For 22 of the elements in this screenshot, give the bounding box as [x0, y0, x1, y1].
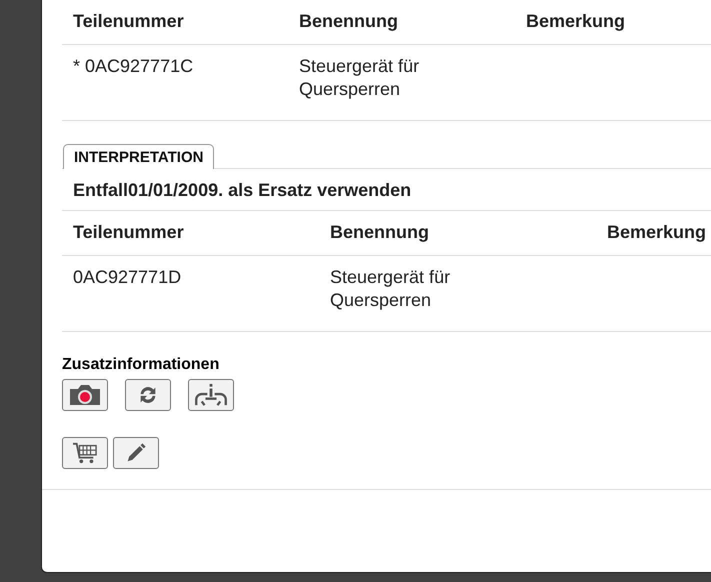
table-cell-text: Steuergerät für Quersperren: [299, 55, 420, 101]
pencil-icon: [125, 442, 147, 464]
column-header: Benennung: [330, 221, 430, 244]
pencil-button[interactable]: [113, 437, 159, 469]
column-header: Bemerkung: [607, 221, 706, 244]
table-cell-text: 0AC927771D: [73, 266, 182, 289]
column-header: Teilenummer: [73, 221, 185, 244]
table-cell-text: * 0AC927771C: [73, 55, 194, 78]
info-button[interactable]: [188, 379, 234, 411]
table-cell-text: Steuergerät für Quersperren: [330, 266, 452, 312]
cart-icon: [71, 441, 99, 465]
column-header: Bemerkung: [526, 10, 626, 33]
camera-button[interactable]: [62, 379, 108, 411]
camera-icon: [67, 383, 103, 407]
refresh-button[interactable]: [125, 379, 171, 411]
column-header: Teilenummer: [73, 10, 185, 33]
column-header: Benennung: [299, 10, 399, 33]
tab[interactable]: INTERPRETATION: [63, 144, 214, 169]
info-icon: [192, 383, 230, 407]
section-title: Zusatzinformationen: [62, 356, 220, 374]
section-heading: Entfall01/01/2009. als Ersatz verwenden: [62, 169, 711, 211]
cart-button[interactable]: [62, 437, 108, 469]
